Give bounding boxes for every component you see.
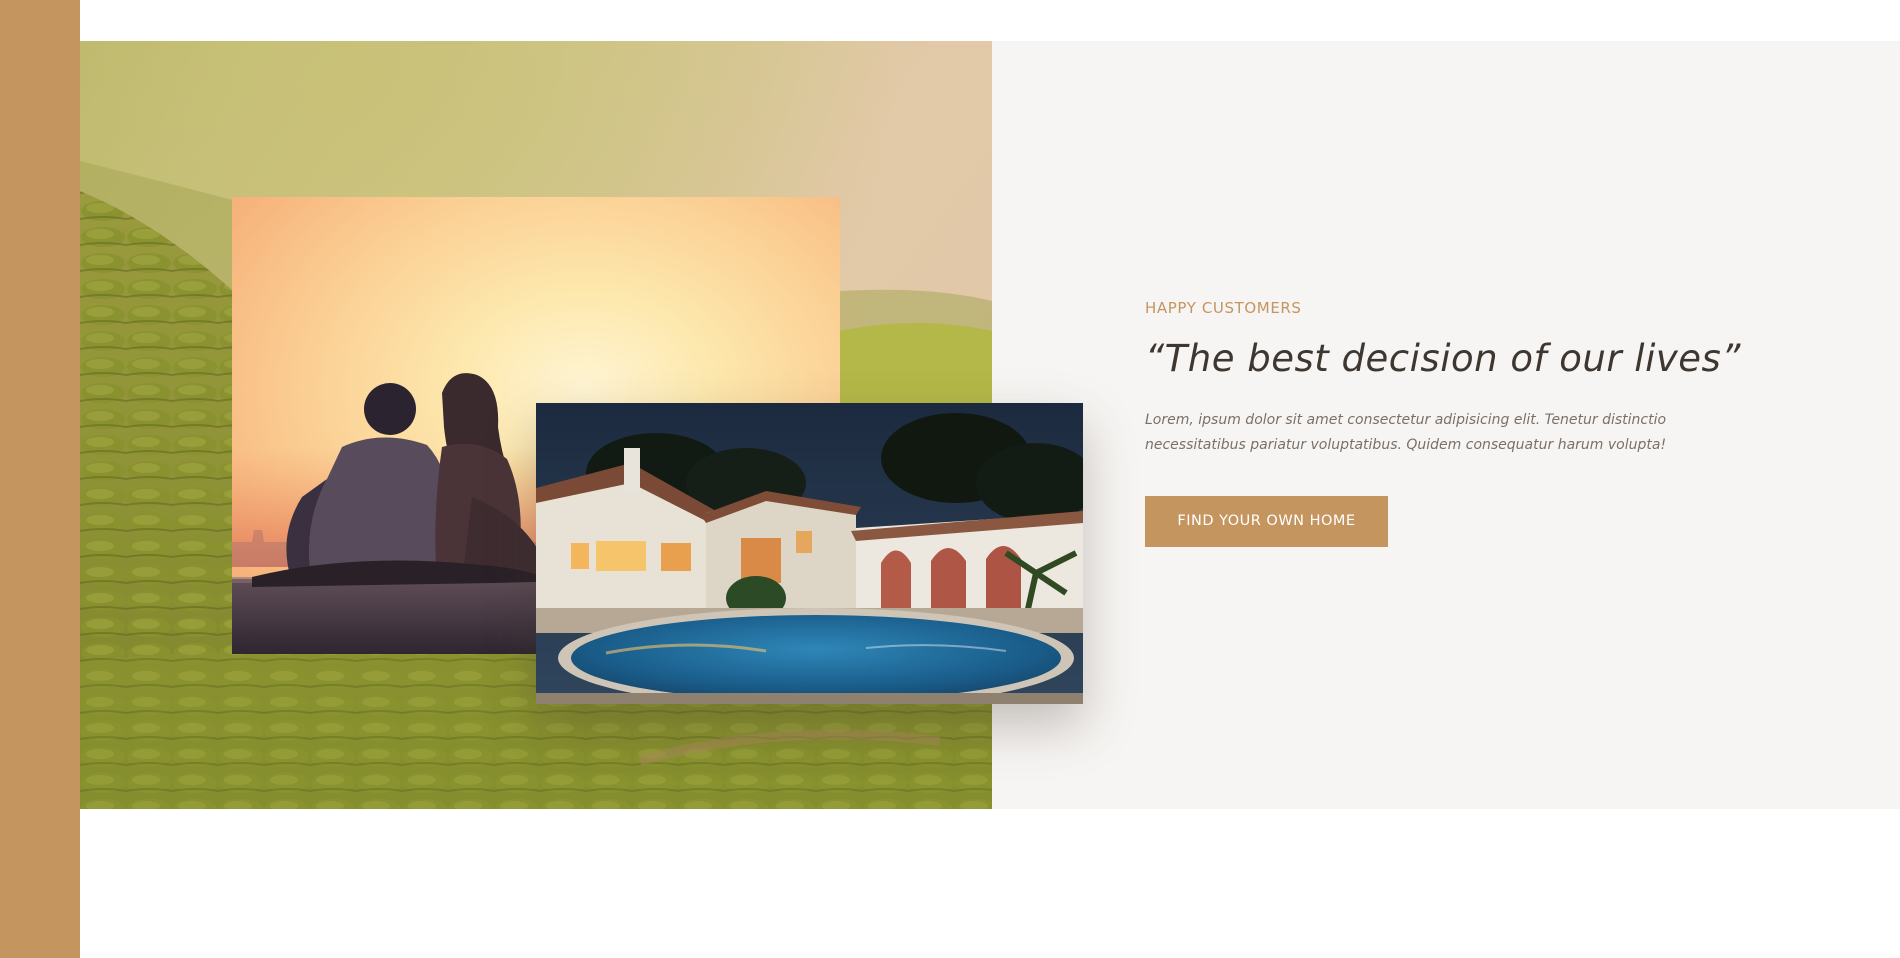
villa-pool-photo	[536, 403, 1083, 704]
testimonial-content: HAPPY CUSTOMERS “The best decision of ou…	[1145, 299, 1785, 547]
testimonial-section: HAPPY CUSTOMERS “The best decision of ou…	[80, 41, 1900, 809]
page: HAPPY CUSTOMERS “The best decision of ou…	[0, 0, 1900, 958]
side-accent-strip	[0, 0, 80, 958]
section-eyebrow: HAPPY CUSTOMERS	[1145, 299, 1302, 317]
testimonial-body: Lorem, ipsum dolor sit amet consectetur …	[1145, 412, 1667, 453]
find-your-own-home-button[interactable]: FIND YOUR OWN HOME	[1145, 496, 1388, 547]
testimonial-quote: “The best decision of our lives”	[1145, 337, 1741, 380]
